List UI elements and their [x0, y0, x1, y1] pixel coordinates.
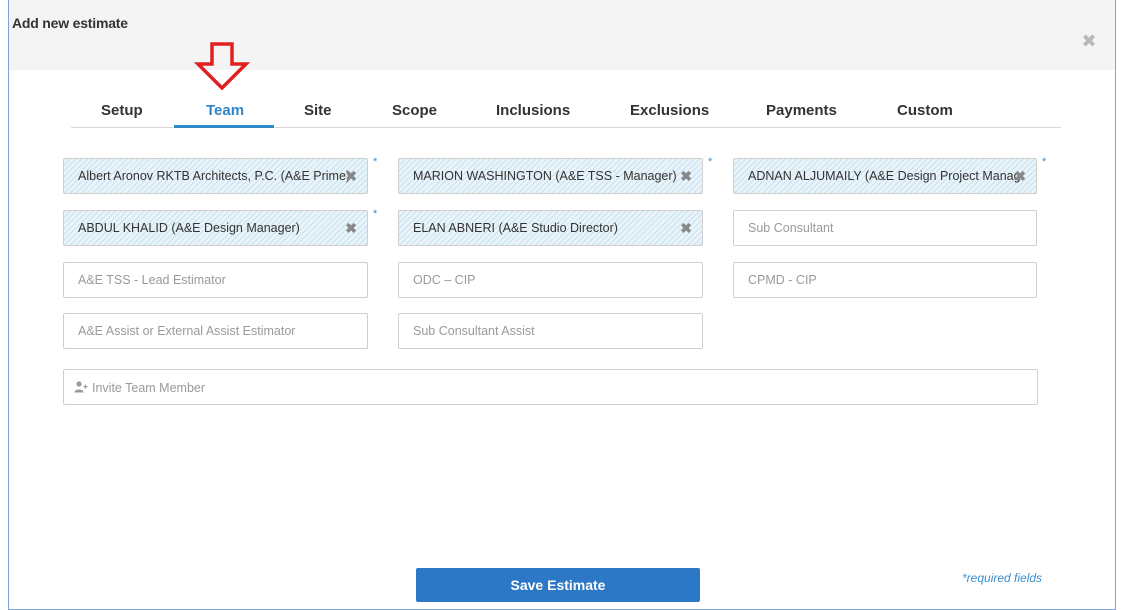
studio-director-field[interactable]: ELAN ABNERI (A&E Studio Director) ✖: [398, 210, 703, 246]
tss-manager-field[interactable]: MARION WASHINGTON (A&E TSS - Manager) ✖: [398, 158, 703, 194]
sub-consultant-placeholder: Sub Consultant: [748, 221, 834, 235]
tab-team[interactable]: Team: [206, 102, 244, 119]
design-manager-value: ABDUL KHALID (A&E Design Manager): [78, 221, 300, 235]
tab-payments[interactable]: Payments: [766, 102, 837, 119]
sub-consultant-assist-input[interactable]: Sub Consultant Assist: [398, 313, 703, 349]
required-fields-note: *required fields: [962, 571, 1043, 585]
assist-estimator-input[interactable]: A&E Assist or External Assist Estimator: [63, 313, 368, 349]
remove-prime-icon[interactable]: ✖: [345, 168, 357, 185]
close-icon[interactable]: ✖: [1081, 32, 1097, 50]
modal-title: Add new estimate: [12, 15, 128, 31]
invite-label: Invite Team Member: [92, 381, 206, 395]
remove-studio-director-icon[interactable]: ✖: [680, 220, 692, 237]
tab-custom[interactable]: Custom: [897, 102, 953, 119]
tab-exclusions[interactable]: Exclusions: [630, 102, 709, 119]
arrow-annotation-icon: [193, 42, 251, 90]
prime-value: Albert Aronov RKTB Architects, P.C. (A&E…: [78, 169, 351, 183]
active-tab-indicator: [174, 125, 274, 128]
add-user-icon: [74, 381, 88, 393]
save-estimate-label: Save Estimate: [510, 577, 606, 593]
sub-consultant-input[interactable]: Sub Consultant: [733, 210, 1037, 246]
cpmd-cip-input[interactable]: CPMD - CIP: [733, 262, 1037, 298]
design-project-manager-field[interactable]: ADNAN ALJUMAILY (A&E Design Project Mana…: [733, 158, 1037, 194]
prime-field[interactable]: Albert Aronov RKTB Architects, P.C. (A&E…: [63, 158, 368, 194]
lead-estimator-input[interactable]: A&E TSS - Lead Estimator: [63, 262, 368, 298]
assist-estimator-placeholder: A&E Assist or External Assist Estimator: [78, 324, 296, 338]
required-mark: *: [1042, 156, 1047, 168]
remove-design-project-manager-icon[interactable]: ✖: [1014, 168, 1026, 185]
required-mark: *: [373, 208, 378, 220]
cpmd-cip-placeholder: CPMD - CIP: [748, 273, 817, 287]
invite-team-member-input[interactable]: Invite Team Member: [63, 369, 1038, 405]
required-mark: *: [708, 156, 713, 168]
save-estimate-button[interactable]: Save Estimate: [416, 568, 700, 602]
studio-director-value: ELAN ABNERI (A&E Studio Director): [413, 221, 618, 235]
design-manager-field[interactable]: ABDUL KHALID (A&E Design Manager) ✖: [63, 210, 368, 246]
tab-scope[interactable]: Scope: [392, 102, 437, 119]
tab-site[interactable]: Site: [304, 102, 332, 119]
tab-bar: Setup Team Site Scope Inclusions Exclusi…: [71, 92, 1061, 128]
tab-setup[interactable]: Setup: [101, 102, 143, 119]
remove-design-manager-icon[interactable]: ✖: [345, 220, 357, 237]
estimate-modal: Add new estimate ✖ Setup Team Site Scope…: [8, 0, 1116, 610]
tab-inclusions[interactable]: Inclusions: [496, 102, 570, 119]
odc-cip-placeholder: ODC – CIP: [413, 273, 476, 287]
tss-manager-value: MARION WASHINGTON (A&E TSS - Manager): [413, 169, 677, 183]
design-project-manager-value: ADNAN ALJUMAILY (A&E Design Project Mana…: [748, 169, 1023, 183]
odc-cip-input[interactable]: ODC – CIP: [398, 262, 703, 298]
remove-tss-manager-icon[interactable]: ✖: [680, 168, 692, 185]
sub-consultant-assist-placeholder: Sub Consultant Assist: [413, 324, 535, 338]
modal-header: Add new estimate ✖: [9, 0, 1115, 70]
lead-estimator-placeholder: A&E TSS - Lead Estimator: [78, 273, 226, 287]
required-mark: *: [373, 156, 378, 168]
